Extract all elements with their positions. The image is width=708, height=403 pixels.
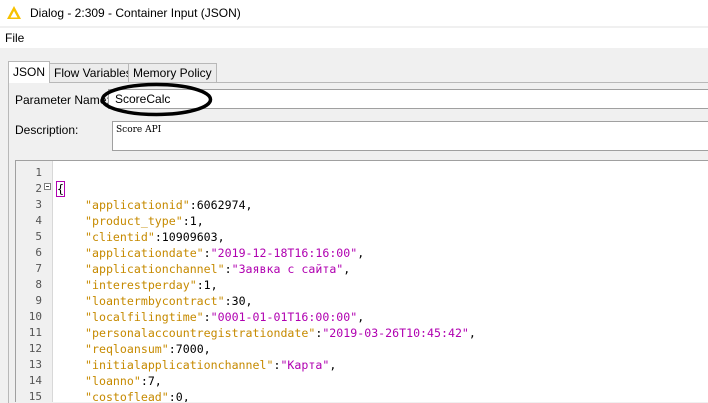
line-number: 15 (28, 390, 42, 402)
description-label: Description: (15, 123, 79, 137)
line-number: 10 (28, 310, 42, 323)
menu-file[interactable]: File (5, 31, 24, 45)
json-number-value: 7000, (175, 342, 211, 356)
code-line: "applicationdate":"2019-12-18T16:16:00", (85, 245, 364, 261)
json-colon: : (203, 246, 211, 260)
line-number: 9 (35, 294, 42, 307)
fold-collapse-icon[interactable] (44, 183, 51, 190)
line-number: 4 (35, 214, 42, 227)
code-line: "interestperday":1, (85, 277, 218, 293)
json-string-value: "2019-12-18T16:16:00" (210, 246, 358, 260)
json-number-value: 6062974, (196, 198, 253, 212)
json-key: "costoflead" (85, 390, 169, 402)
line-number: 3 (35, 198, 42, 211)
window-title: Dialog - 2:309 - Container Input (JSON) (30, 6, 241, 20)
tab-flow-variables[interactable]: Flow Variables (49, 63, 137, 82)
json-key: "interestperday" (85, 278, 197, 292)
json-string-value: "2019-03-26T10:45:42" (322, 326, 469, 340)
parameter-name-input[interactable]: ScoreCalc (108, 89, 708, 109)
json-brace: { (56, 181, 65, 197)
json-key: "applicationchannel" (85, 262, 225, 276)
json-colon: : (182, 214, 190, 228)
code-line: "reqloansum":7000, (85, 341, 211, 357)
line-number: 13 (28, 358, 42, 371)
code-line: "initialapplicationchannel":"Карта", (85, 357, 336, 373)
json-editor[interactable]: 1 2 3 4 5 6 7 8 9 10 11 12 13 14 15 {"applicationid":6… (15, 160, 708, 402)
description-textarea[interactable]: Score API (112, 121, 708, 151)
code-line: "loantermbycontract":30, (85, 293, 253, 309)
code-line: "applicationchannel":"Заявка с сайта", (85, 261, 350, 277)
json-colon: : (168, 390, 176, 402)
json-colon: : (189, 198, 197, 212)
tab-memory-policy[interactable]: Memory Policy (128, 63, 217, 82)
menu-bar: File (0, 28, 708, 48)
json-colon: : (203, 310, 211, 324)
json-comma: , (343, 262, 351, 276)
code-line: "costoflead":0, (85, 389, 190, 402)
json-comma: , (468, 326, 476, 340)
json-string-value: "0001-01-01T16:00:00" (210, 310, 358, 324)
code-line: "product_type":1, (85, 213, 204, 229)
json-colon: : (224, 262, 232, 276)
json-number-value: 7, (147, 374, 162, 388)
knime-app-icon (7, 6, 21, 19)
json-number-value: 0, (175, 390, 190, 402)
line-number: 6 (35, 246, 42, 259)
line-number: 5 (35, 230, 42, 243)
json-string-value: "Карта" (280, 358, 330, 372)
json-colon: : (224, 294, 232, 308)
json-key: "initialapplicationchannel" (85, 358, 274, 372)
line-number: 11 (28, 326, 42, 339)
json-key: "personalaccountregistrationdate" (85, 326, 316, 340)
json-key: "reqloansum" (85, 342, 169, 356)
json-key: "loantermbycontract" (85, 294, 225, 308)
json-comma: , (357, 246, 365, 260)
code-line: "clientid":10909603, (85, 229, 225, 245)
json-key: "clientid" (85, 230, 155, 244)
line-number: 7 (35, 262, 42, 275)
json-colon: : (140, 374, 148, 388)
json-colon: : (168, 342, 176, 356)
json-colon: : (154, 230, 162, 244)
json-comma: , (357, 310, 365, 324)
title-bar: Dialog - 2:309 - Container Input (JSON) (0, 0, 708, 26)
line-number: 1 (35, 166, 42, 179)
json-key: "loanno" (85, 374, 141, 388)
tab-json[interactable]: JSON (8, 61, 51, 83)
json-key: "localfilingtime" (85, 310, 204, 324)
line-number: 8 (35, 278, 42, 291)
line-number-gutter: 1 2 3 4 5 6 7 8 9 10 11 12 13 14 15 (16, 161, 53, 402)
code-line: { (56, 181, 65, 197)
line-number: 12 (28, 342, 42, 355)
code-area[interactable]: {"applicationid":6062974, "product_type":… (56, 161, 708, 402)
line-number: 2 (35, 182, 42, 195)
json-colon: : (196, 278, 204, 292)
code-line: "localfilingtime":"0001-01-01T16:00:00", (85, 309, 364, 325)
json-comma: , (329, 358, 337, 372)
line-number: 14 (28, 374, 42, 387)
json-key: "applicationdate" (85, 246, 204, 260)
json-string-value: "Заявка с сайта" (231, 262, 344, 276)
json-number-value: 1, (189, 214, 204, 228)
json-number-value: 10909603, (161, 230, 225, 244)
json-number-value: 1, (203, 278, 218, 292)
json-number-value: 30, (231, 294, 253, 308)
tab-strip: JSON Flow Variables Memory Policy (8, 61, 708, 83)
code-line: "loanno":7, (85, 373, 162, 389)
parameter-name-label: Parameter Name: (15, 93, 110, 107)
json-key: "applicationid" (85, 198, 190, 212)
code-line: "personalaccountregistrationdate":"2019-… (85, 325, 476, 341)
code-line: "applicationid":6062974, (85, 197, 253, 213)
json-key: "product_type" (85, 214, 183, 228)
